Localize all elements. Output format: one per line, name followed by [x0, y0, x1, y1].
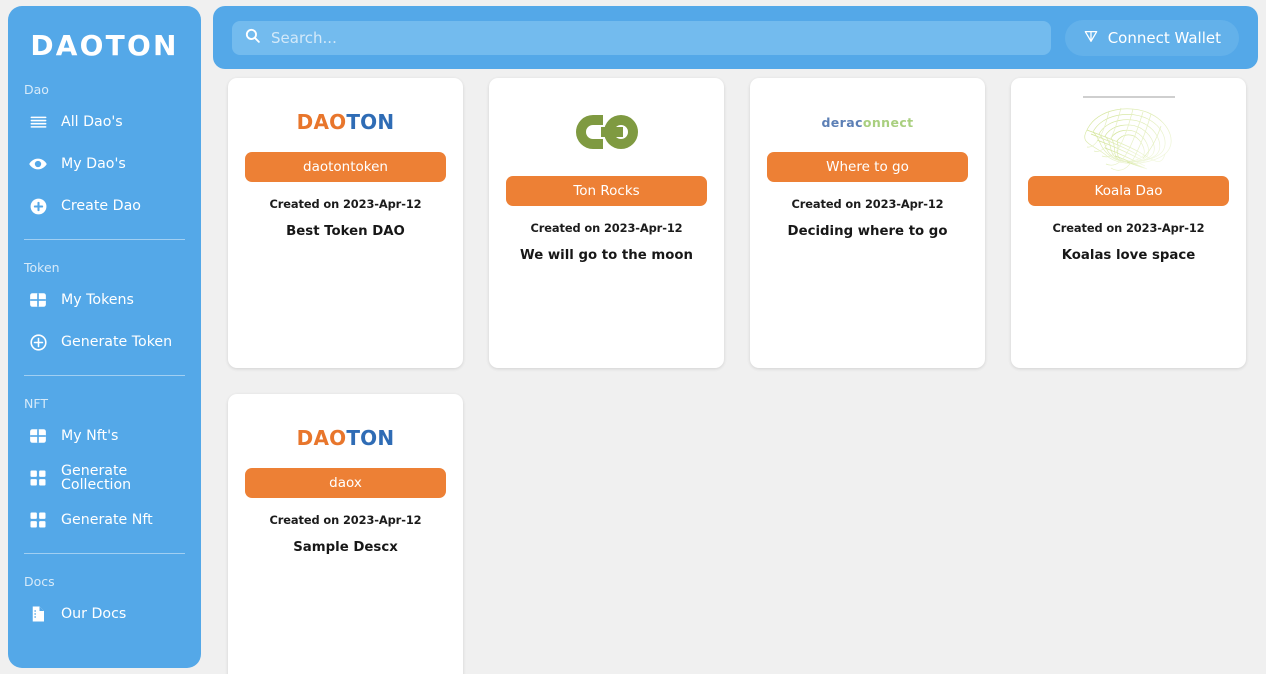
sidebar-item-generate-collection[interactable]: Generate Collection: [22, 457, 187, 499]
sidebar-group-token: Token My Tokens Generate Token: [22, 260, 187, 363]
eye-icon: [28, 154, 48, 174]
daoton-wordmark-logo: DAOTON: [297, 426, 395, 450]
dao-card-grid: DAOTONdaotontokenCreated on 2023-Apr-12B…: [228, 78, 1250, 674]
decorative-line: [1083, 96, 1175, 98]
search-box[interactable]: [232, 21, 1051, 55]
sidebar-item-generate-nft[interactable]: Generate Nft: [22, 499, 187, 541]
list-icon: [28, 112, 48, 132]
mesh-shape-icon: [1075, 100, 1183, 172]
grid-four-squares-icon: [28, 510, 48, 530]
dao-description: Deciding where to go: [788, 224, 948, 239]
card-logo: [1028, 92, 1229, 176]
logo-ton-part: TON: [346, 426, 394, 450]
card-logo: DAOTON: [245, 408, 446, 468]
logo-derac-part: derac: [821, 115, 862, 130]
dao-card[interactable]: deraconnect Where to go Created on 2023-Ap…: [750, 78, 985, 368]
card-logo: DAOTON: [245, 92, 446, 152]
sidebar-group-label: Token: [24, 260, 187, 275]
sidebar-item-label: Generate Collection: [61, 464, 187, 492]
sidebar-item-my-nft-s[interactable]: My Nft's: [22, 415, 187, 457]
ton-diamond-icon: [1083, 28, 1099, 48]
sidebar-item-label: My Tokens: [61, 293, 134, 307]
sidebar-nav: Dao All Dao's My Dao's Create Dao Token M…: [22, 82, 187, 635]
dao-card[interactable]: Ton Rocks Created on 2023-Apr-12 We will g…: [489, 78, 724, 368]
card-logo: deraconnect: [767, 92, 968, 152]
sidebar-divider: [24, 375, 185, 376]
logo-dao-part: DAO: [297, 110, 347, 134]
sidebar-item-label: My Dao's: [61, 157, 126, 171]
sidebar: DAOTON Dao All Dao's My Dao's Create Dao…: [8, 6, 201, 668]
top-header: Connect Wallet: [213, 6, 1258, 69]
deraconnect-wordmark-logo: deraconnect: [821, 115, 913, 130]
dao-description: Best Token DAO: [286, 224, 405, 239]
app-root: DAOTON Dao All Dao's My Dao's Create Dao…: [0, 0, 1266, 674]
daoton-wordmark-logo: DAOTON: [297, 110, 395, 134]
sidebar-divider: [24, 553, 185, 554]
card-logo: [506, 92, 707, 176]
connect-wallet-button[interactable]: Connect Wallet: [1065, 20, 1239, 56]
dao-created-date: Created on 2023-Apr-12: [531, 221, 683, 235]
dao-card[interactable]: DAOTON daotontoken Created on 2023-Apr-12 B…: [228, 78, 463, 368]
grid-filled-icon: [28, 290, 48, 310]
plus-circle-outline-icon: [28, 332, 48, 352]
sidebar-item-label: My Nft's: [61, 429, 118, 443]
sidebar-item-label: Generate Nft: [61, 513, 153, 527]
sidebar-item-label: All Dao's: [61, 115, 123, 129]
sidebar-group-label: NFT: [24, 396, 187, 411]
sidebar-item-all-dao-s[interactable]: All Dao's: [22, 101, 187, 143]
sidebar-item-create-dao[interactable]: Create Dao: [22, 185, 187, 227]
green-chain-icon: [565, 105, 649, 163]
document-icon: [28, 604, 48, 624]
sidebar-item-my-dao-s[interactable]: My Dao's: [22, 143, 187, 185]
dao-description: Koalas love space: [1062, 248, 1196, 263]
connect-wallet-label: Connect Wallet: [1108, 29, 1221, 47]
koala-mesh-art: [1075, 96, 1183, 172]
logo-dao-part: DAO: [297, 426, 347, 450]
dao-name-button[interactable]: daotontoken: [245, 152, 446, 182]
app-logo: DAOTON: [22, 6, 187, 62]
sidebar-divider: [24, 239, 185, 240]
sidebar-group-nft: NFT My Nft's Generate Collection Generat…: [22, 396, 187, 541]
grid-four-squares-icon: [28, 468, 48, 488]
sidebar-item-label: Create Dao: [61, 199, 141, 213]
sidebar-group-label: Dao: [24, 82, 187, 97]
dao-description: Sample Descx: [293, 540, 398, 555]
sidebar-item-label: Generate Token: [61, 335, 172, 349]
dao-name-button[interactable]: Where to go: [767, 152, 968, 182]
sidebar-item-generate-token[interactable]: Generate Token: [22, 321, 187, 363]
dao-created-date: Created on 2023-Apr-12: [1053, 221, 1205, 235]
sidebar-group-docs: Docs Our Docs: [22, 574, 187, 635]
grid-filled-icon: [28, 426, 48, 446]
search-input[interactable]: [271, 29, 1039, 47]
dao-created-date: Created on 2023-Apr-12: [270, 197, 422, 211]
sidebar-group-dao: Dao All Dao's My Dao's Create Dao: [22, 82, 187, 227]
logo-ton-part: TON: [346, 110, 394, 134]
plus-circle-filled-icon: [28, 196, 48, 216]
dao-card[interactable]: Koala Dao Created on 2023-Apr-12 Koalas lo…: [1011, 78, 1246, 368]
dao-created-date: Created on 2023-Apr-12: [270, 513, 422, 527]
logo-onnect-part: onnect: [863, 115, 914, 130]
dao-name-button[interactable]: Ton Rocks: [506, 176, 707, 206]
sidebar-item-label: Our Docs: [61, 607, 126, 621]
dao-created-date: Created on 2023-Apr-12: [792, 197, 944, 211]
dao-name-button[interactable]: Koala Dao: [1028, 176, 1229, 206]
dao-card[interactable]: DAOTON daox Created on 2023-Apr-12 Sample D…: [228, 394, 463, 674]
sidebar-item-my-tokens[interactable]: My Tokens: [22, 279, 187, 321]
dao-description: We will go to the moon: [520, 248, 693, 263]
sidebar-item-our-docs[interactable]: Our Docs: [22, 593, 187, 635]
dao-name-button[interactable]: daox: [245, 468, 446, 498]
sidebar-group-label: Docs: [24, 574, 187, 589]
search-icon: [244, 27, 261, 48]
